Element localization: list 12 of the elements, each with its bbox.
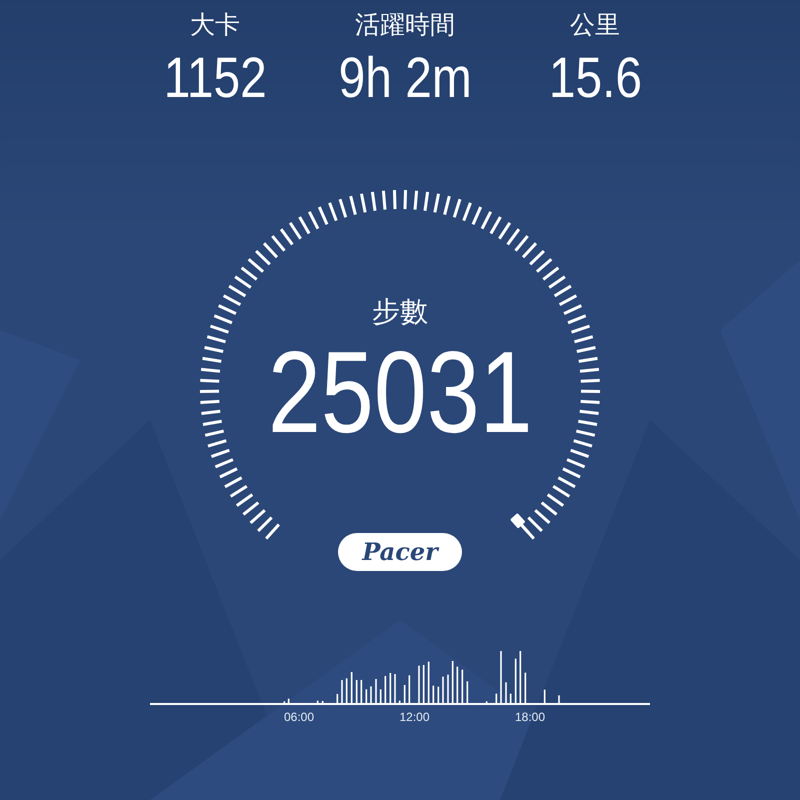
stat-value: 9h 2m [338,45,472,112]
stat-label: 公里 [570,10,620,41]
stat-value: 15.6 [548,45,642,112]
stat-label: 大卡 [190,10,240,41]
steps-count: 25031 [268,334,532,450]
steps-label: 步數 [372,295,428,329]
stat-label: 活躍時間 [355,10,455,41]
logo-badge: Pacer [338,533,462,571]
stat-value: 1152 [164,45,266,112]
time-label: 12:00 [400,710,430,724]
time-label: 18:00 [515,710,546,724]
time-label: 06:00 [284,710,314,724]
